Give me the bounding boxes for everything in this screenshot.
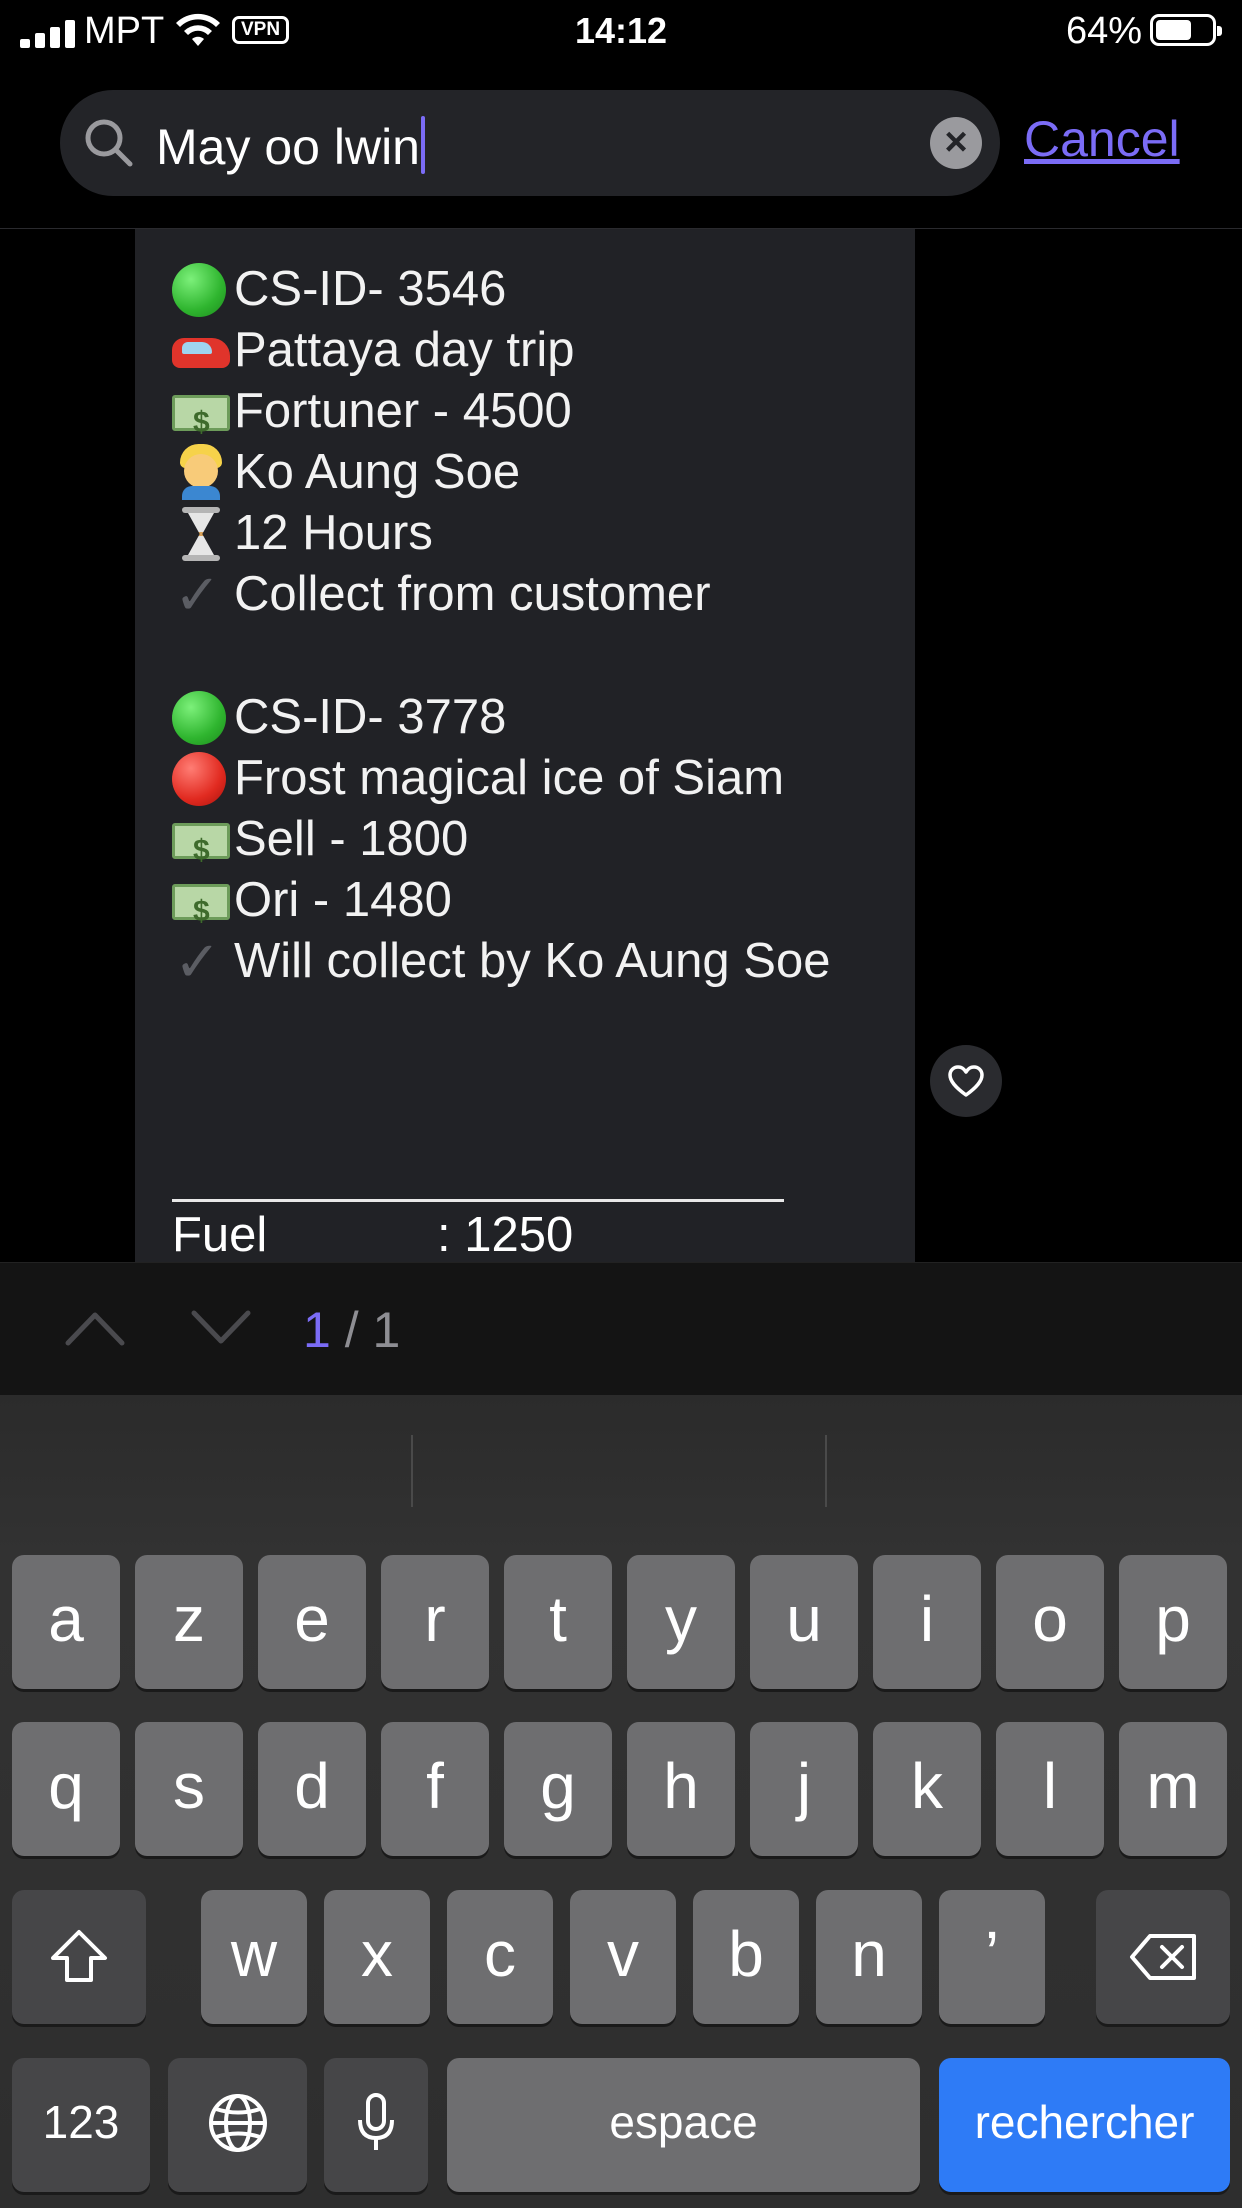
red-circle-icon bbox=[172, 748, 234, 809]
message-line: Fortuner - 4500 bbox=[172, 381, 711, 453]
key-p[interactable]: p bbox=[1119, 1555, 1227, 1689]
key-l[interactable]: l bbox=[996, 1722, 1104, 1856]
key-e[interactable]: e bbox=[258, 1555, 366, 1689]
hourglass-icon bbox=[172, 503, 234, 564]
message-line: 12 Hours bbox=[172, 503, 711, 564]
fuel-label: Fuel bbox=[172, 1208, 268, 1262]
message-block-2: CS-ID- 3778 Frost magical ice of Siam Se… bbox=[172, 687, 830, 992]
money-icon bbox=[172, 870, 234, 942]
green-circle-icon bbox=[172, 259, 234, 320]
battery-percent: 64% bbox=[1065, 10, 1142, 52]
key-z[interactable]: z bbox=[135, 1555, 243, 1689]
message-line: Ori - 1480 bbox=[172, 870, 830, 942]
key-w[interactable]: w bbox=[201, 1890, 307, 2024]
numbers-key[interactable]: 123 bbox=[12, 2058, 150, 2192]
result-counter: 1 / 1 bbox=[303, 1301, 400, 1359]
key-v[interactable]: v bbox=[570, 1890, 676, 2024]
dictation-key[interactable] bbox=[324, 2058, 428, 2192]
key-d[interactable]: d bbox=[258, 1722, 366, 1856]
car-icon bbox=[172, 320, 234, 381]
key-k[interactable]: k bbox=[873, 1722, 981, 1856]
key-g[interactable]: g bbox=[504, 1722, 612, 1856]
key-q[interactable]: q bbox=[12, 1722, 120, 1856]
status-time: 14:12 bbox=[574, 10, 668, 51]
globe-key[interactable] bbox=[168, 2058, 307, 2192]
key-y[interactable]: y bbox=[627, 1555, 735, 1689]
message-line: CS-ID- 3778 bbox=[172, 687, 830, 748]
message-block-1: CS-ID- 3546 Pattaya day trip Fortuner - … bbox=[172, 259, 711, 625]
like-button[interactable] bbox=[930, 1045, 1002, 1117]
message-line: ✓ Collect from customer bbox=[174, 563, 711, 626]
key-a[interactable]: a bbox=[12, 1555, 120, 1689]
key-r[interactable]: r bbox=[381, 1555, 489, 1689]
green-circle-icon bbox=[172, 687, 234, 748]
message-line: Sell - 1800 bbox=[172, 809, 830, 881]
clear-icon[interactable]: × bbox=[930, 117, 982, 169]
battery-level bbox=[1156, 20, 1191, 40]
check-mark-icon: ✓ bbox=[174, 563, 221, 626]
key-m[interactable]: m bbox=[1119, 1722, 1227, 1856]
search-query: May oo lwin bbox=[156, 119, 420, 175]
search-result-bar: 1 / 1 bbox=[0, 1262, 1242, 1395]
key-o[interactable]: o bbox=[996, 1555, 1104, 1689]
key-h[interactable]: h bbox=[627, 1722, 735, 1856]
status-bar: MPT VPN 14:12 64% bbox=[0, 0, 1242, 64]
backspace-icon bbox=[1130, 1934, 1196, 1980]
message-line: Pattaya day trip bbox=[172, 320, 711, 381]
search-header: May oo lwin × Cancel bbox=[0, 64, 1242, 229]
message-line: CS-ID- 3546 bbox=[172, 259, 711, 320]
message-line: ✓ Will collect by Ko Aung Soe bbox=[174, 930, 831, 993]
shift-icon bbox=[51, 1930, 107, 1982]
search-input[interactable]: May oo lwin bbox=[156, 116, 425, 176]
divider-line bbox=[172, 1199, 784, 1202]
search-action-key[interactable]: rechercher bbox=[939, 2058, 1230, 2192]
check-mark-icon: ✓ bbox=[174, 930, 221, 993]
key-t[interactable]: t bbox=[504, 1555, 612, 1689]
money-icon bbox=[172, 809, 234, 881]
chat-area[interactable]: CS-ID- 3546 Pattaya day trip Fortuner - … bbox=[0, 229, 1242, 1262]
person-icon bbox=[172, 442, 234, 503]
message-bubble[interactable]: CS-ID- 3546 Pattaya day trip Fortuner - … bbox=[135, 229, 915, 1262]
message-line: Ko Aung Soe bbox=[172, 442, 711, 503]
delete-key[interactable] bbox=[1096, 1890, 1230, 2024]
globe-icon bbox=[208, 2094, 267, 2152]
battery-icon bbox=[1150, 14, 1222, 46]
key-j[interactable]: j bbox=[750, 1722, 858, 1856]
result-total: 1 bbox=[372, 1302, 401, 1358]
key-c[interactable]: c bbox=[447, 1890, 553, 2024]
message-line: Frost magical ice of Siam bbox=[172, 748, 830, 809]
key-b[interactable]: b bbox=[693, 1890, 799, 2024]
microphone-icon bbox=[358, 2093, 394, 2150]
suggestion-divider bbox=[411, 1435, 413, 1507]
shift-key[interactable] bbox=[12, 1890, 146, 2024]
key-s[interactable]: s bbox=[135, 1722, 243, 1856]
suggestion-divider bbox=[825, 1435, 827, 1507]
fuel-value: : 1250 bbox=[437, 1208, 574, 1262]
result-current: 1 bbox=[303, 1302, 331, 1358]
key-f[interactable]: f bbox=[381, 1722, 489, 1856]
cancel-button[interactable]: Cancel bbox=[1024, 110, 1180, 168]
result-separator: / bbox=[330, 1302, 373, 1358]
space-key[interactable]: espace bbox=[447, 2058, 920, 2192]
keyboard: azertyuiop qsdfghjklm w x c v b n’ 123 espace… bbox=[0, 1395, 1242, 2208]
key-n[interactable]: n bbox=[816, 1890, 922, 2024]
key-i[interactable]: i bbox=[873, 1555, 981, 1689]
key-apostrophe[interactable]: ’ bbox=[939, 1890, 1045, 2024]
heart-icon bbox=[948, 1065, 984, 1097]
search-icon bbox=[85, 119, 133, 167]
money-icon bbox=[172, 381, 234, 453]
key-x[interactable]: x bbox=[324, 1890, 430, 2024]
key-u[interactable]: u bbox=[750, 1555, 858, 1689]
chevron-down-icon[interactable] bbox=[190, 1307, 252, 1347]
text-caret bbox=[421, 116, 425, 174]
search-field[interactable]: May oo lwin × bbox=[60, 90, 1000, 196]
chevron-up-icon[interactable] bbox=[64, 1307, 126, 1347]
